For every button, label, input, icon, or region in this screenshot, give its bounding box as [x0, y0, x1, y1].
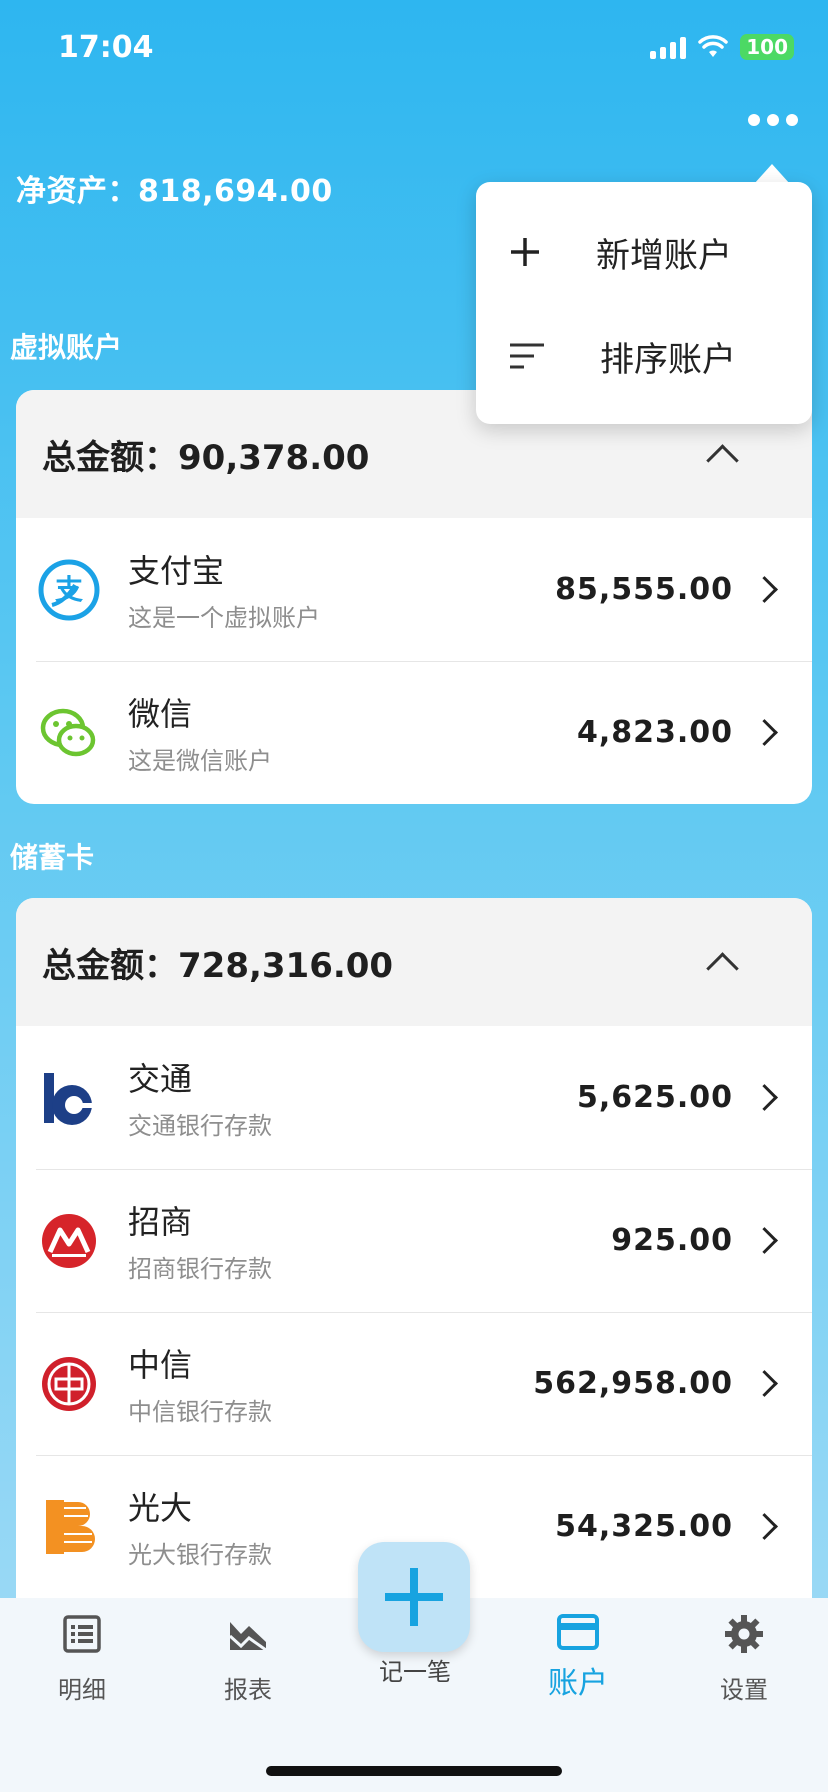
- account-name: 招商: [128, 1203, 193, 1241]
- account-name: 光大: [128, 1489, 193, 1527]
- signal-icon: [650, 35, 687, 59]
- list-icon: [63, 1615, 101, 1653]
- account-row-citic[interactable]: 中信 中信银行存款 562,958.00: [16, 1312, 812, 1455]
- account-row-cmb[interactable]: 招商 招商银行存款 925.00: [16, 1169, 812, 1312]
- tab-label: 报表: [224, 1676, 272, 1704]
- menu-item-sort-accounts[interactable]: 排序账户: [476, 304, 812, 408]
- home-indicator: [266, 1766, 562, 1776]
- account-name: 微信: [128, 695, 193, 733]
- battery-indicator: 100: [740, 34, 794, 60]
- account-name: 支付宝: [128, 552, 225, 590]
- sort-icon: [510, 343, 544, 369]
- tab-accounts[interactable]: 账户: [518, 1614, 638, 1702]
- net-assets: 净资产：818,694.00: [16, 166, 333, 210]
- chevron-right-icon: [751, 576, 778, 603]
- tab-reports[interactable]: 报表: [188, 1614, 308, 1705]
- tab-label: 账户: [548, 1666, 608, 1701]
- chevron-right-icon: [751, 1227, 778, 1254]
- account-amount: 54,325.00: [555, 1509, 733, 1544]
- account-desc: 交通银行存款: [128, 1112, 272, 1140]
- section-title-virtual: 虚拟账户: [10, 331, 123, 364]
- status-icons: 100: [650, 34, 794, 60]
- menu-item-label: 新增账户: [596, 235, 732, 276]
- tab-label: 明细: [58, 1676, 106, 1704]
- account-desc: 中信银行存款: [128, 1398, 272, 1426]
- plus-icon: [511, 238, 539, 266]
- account-name: 交通: [128, 1060, 193, 1098]
- citic-icon: [38, 1353, 100, 1415]
- chevron-right-icon: [751, 719, 778, 746]
- account-group-virtual: 总金额：90,378.00 支 支付宝 这是一个虚拟账户 85,555.00 微…: [16, 390, 812, 804]
- popup-menu: 新增账户 排序账户: [476, 182, 812, 424]
- collapse-chevron-icon[interactable]: [706, 951, 739, 985]
- menu-item-add-account[interactable]: 新增账户: [476, 200, 812, 304]
- account-amount: 85,555.00: [555, 572, 733, 607]
- status-time: 17:04: [58, 30, 154, 65]
- plus-icon: [385, 1568, 443, 1626]
- account-desc: 招商银行存款: [128, 1255, 272, 1283]
- account-name: 中信: [128, 1346, 193, 1384]
- bocom-icon: [38, 1067, 100, 1129]
- account-amount: 4,823.00: [576, 715, 733, 750]
- gear-icon: [725, 1615, 763, 1653]
- alipay-icon: 支: [38, 559, 100, 621]
- tab-settings[interactable]: 设置: [684, 1614, 804, 1705]
- account-row-wechat[interactable]: 微信 这是微信账户 4,823.00: [16, 661, 812, 804]
- group-header[interactable]: 总金额：728,316.00: [16, 898, 812, 1026]
- account-amount: 5,625.00: [576, 1080, 733, 1115]
- net-assets-value: 818,694.00: [138, 174, 333, 209]
- more-menu-button[interactable]: [748, 114, 798, 126]
- account-amount: 562,958.00: [533, 1366, 733, 1401]
- net-assets-label: 净资产：: [16, 174, 138, 209]
- account-row-bocom[interactable]: 交通 交通银行存款 5,625.00: [16, 1026, 812, 1169]
- add-record-label: 记一笔: [379, 1658, 451, 1686]
- collapse-chevron-icon[interactable]: [706, 443, 739, 477]
- tab-label: 设置: [720, 1676, 768, 1704]
- account-desc: 这是微信账户: [128, 747, 272, 775]
- group-total: 总金额：90,378.00: [42, 437, 370, 478]
- account-group-savings: 总金额：728,316.00 交通 交通银行存款 5,625.00 招商 招商银…: [16, 898, 812, 1598]
- chevron-right-icon: [751, 1370, 778, 1397]
- chart-icon: [228, 1622, 267, 1652]
- tab-details[interactable]: 明细: [22, 1614, 142, 1705]
- ceb-icon: [38, 1496, 100, 1558]
- menu-arrow: [754, 164, 790, 184]
- card-icon: [557, 1614, 599, 1650]
- add-record-button[interactable]: [358, 1542, 470, 1652]
- cmb-icon: [38, 1210, 100, 1272]
- svg-text:支: 支: [55, 573, 83, 606]
- group-total: 总金额：728,316.00: [42, 945, 394, 986]
- chevron-right-icon: [751, 1084, 778, 1111]
- account-row-alipay[interactable]: 支 支付宝 这是一个虚拟账户 85,555.00: [16, 518, 812, 661]
- account-amount: 925.00: [611, 1223, 733, 1258]
- wechat-icon: [38, 702, 100, 764]
- wifi-icon: [698, 35, 728, 57]
- account-desc: 这是一个虚拟账户: [128, 604, 320, 632]
- chevron-right-icon: [751, 1513, 778, 1540]
- account-desc: 光大银行存款: [128, 1541, 272, 1569]
- menu-item-label: 排序账户: [600, 339, 736, 380]
- section-title-savings: 储蓄卡: [10, 841, 95, 874]
